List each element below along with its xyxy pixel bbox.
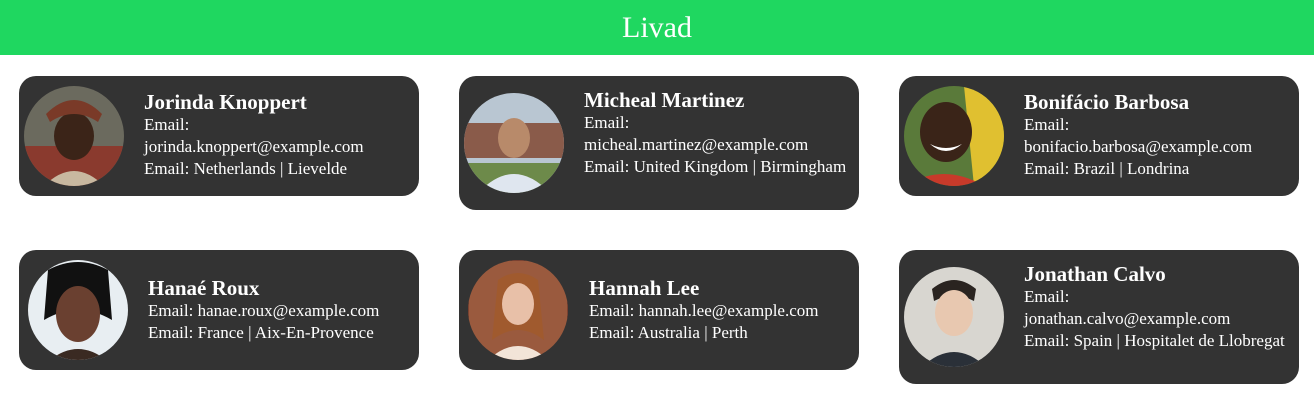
user-card: Bonifácio Barbosa Email: bonifacio.barbo… [899,76,1299,196]
avatar [24,86,124,186]
avatar [28,260,128,360]
user-email-label: Email: [584,113,630,132]
user-card: Jonathan Calvo Email: jonathan.calvo@exa… [899,250,1299,384]
user-email: Email: hanae.roux@example.com [148,301,380,320]
person-photo-icon [464,93,564,193]
user-name: Hanaé Roux [148,276,260,300]
app-title: Livad [622,10,692,44]
user-name: Micheal Martinez [584,88,745,112]
user-card: Hanaé Roux Email: hanae.roux@example.com… [19,250,419,370]
user-location: Email: France | Aix-En-Provence [148,323,374,342]
avatar [464,93,564,193]
user-email: micheal.martinez@example.com [584,135,809,154]
avatar [904,267,1004,367]
user-email: bonifacio.barbosa@example.com [1024,137,1253,156]
user-card: Hannah Lee Email: hannah.lee@example.com… [459,250,859,370]
app-header: Livad [0,0,1314,55]
avatar [904,86,1004,186]
user-email-label: Email: [1024,115,1070,134]
user-email: jorinda.knoppert@example.com [144,137,364,156]
user-card: Jorinda Knoppert Email: jorinda.knoppert… [19,76,419,196]
user-location: Email: Brazil | Londrina [1024,159,1190,178]
user-location: Email: Netherlands | Lievelde [144,159,348,178]
person-photo-icon [468,260,568,360]
user-card: Micheal Martinez Email: micheal.martinez… [459,76,859,210]
avatar [468,260,568,360]
user-name: Jorinda Knoppert [144,90,307,114]
person-photo-icon [904,267,1004,367]
person-photo-icon [904,86,1004,186]
user-location: Email: Spain | Hospitalet de Llobregat [1024,331,1285,350]
user-name: Hannah Lee [589,276,700,300]
user-location: Email: United Kingdom | Birmingham [584,157,847,176]
user-email: Email: hannah.lee@example.com [589,301,819,320]
user-email: jonathan.calvo@example.com [1024,309,1231,328]
user-email-label: Email: [144,115,190,134]
person-photo-icon [28,260,128,360]
user-name: Jonathan Calvo [1024,262,1166,286]
person-photo-icon [24,86,124,186]
user-location: Email: Australia | Perth [589,323,748,342]
user-email-label: Email: [1024,287,1070,306]
user-name: Bonifácio Barbosa [1024,90,1190,114]
